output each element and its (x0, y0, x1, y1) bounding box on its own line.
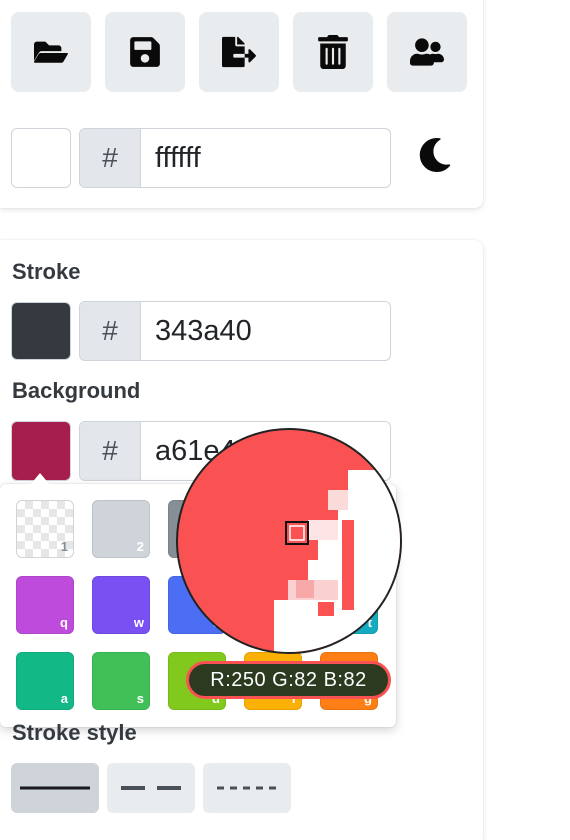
solid-line-icon (20, 786, 90, 790)
stroke-style-label: Stroke style (12, 720, 137, 745)
hash-prefix: # (80, 129, 141, 187)
background-label: Background (12, 378, 141, 403)
eyedropper-magnifier (176, 428, 402, 654)
trash-icon (318, 35, 348, 69)
delete-button[interactable] (293, 12, 373, 92)
floppy-disk-icon (130, 37, 160, 67)
swatch-shortcut-key: a (60, 691, 68, 706)
color-swatch-w[interactable]: w (92, 576, 150, 634)
canvas-background-swatch[interactable] (11, 128, 71, 188)
background-swatch[interactable] (11, 421, 71, 481)
color-swatch-2[interactable]: 2 (92, 500, 150, 558)
hash-prefix: # (80, 422, 141, 480)
stroke-style-dotted-button[interactable] (203, 763, 291, 813)
stroke-swatch[interactable] (11, 302, 71, 360)
swatch-shortcut-key: 1 (60, 539, 68, 554)
stroke-hex-group: # 343a40 (79, 301, 391, 361)
canvas-background-hex-input[interactable]: ffffff (141, 129, 390, 187)
moon-icon[interactable] (418, 137, 454, 174)
stroke-hex-input[interactable]: 343a40 (141, 302, 390, 360)
swatch-shortcut-key: q (60, 615, 68, 630)
dotted-line-icon (217, 786, 277, 790)
stroke-style-solid-button[interactable] (11, 763, 99, 813)
color-swatch-1[interactable]: 1 (16, 500, 74, 558)
color-swatch-q[interactable]: q (16, 576, 74, 634)
canvas-background-hex-group: # ffffff (79, 128, 391, 188)
save-button[interactable] (105, 12, 185, 92)
stroke-style-dashed-button[interactable] (107, 763, 195, 813)
users-icon (410, 38, 444, 66)
magnified-pixels (274, 470, 400, 652)
swatch-shortcut-key: w (133, 615, 144, 630)
hash-prefix: # (80, 302, 141, 360)
collaborate-button[interactable] (387, 12, 467, 92)
folder-open-icon (34, 41, 68, 63)
open-button[interactable] (11, 12, 91, 92)
file-export-icon (222, 36, 256, 68)
export-button[interactable] (199, 12, 279, 92)
swatch-shortcut-key: s (136, 691, 144, 706)
stroke-label: Stroke (12, 259, 81, 284)
rgb-readout: R:250 G:82 B:82 (186, 661, 391, 699)
color-swatch-s[interactable]: s (92, 652, 150, 710)
color-swatch-a[interactable]: a (16, 652, 74, 710)
dashed-line-icon (121, 786, 181, 790)
popover-arrow (30, 473, 50, 485)
swatch-shortcut-key: 2 (136, 539, 144, 554)
